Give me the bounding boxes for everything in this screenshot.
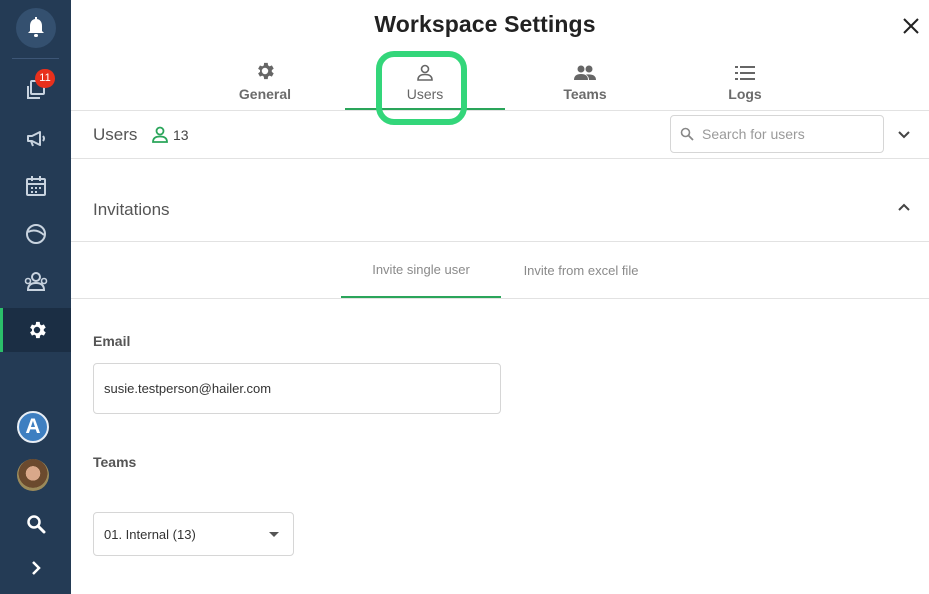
sidebar-item-discover[interactable] xyxy=(0,212,71,256)
people-group-icon xyxy=(24,272,47,291)
sidebar-item-people[interactable] xyxy=(0,260,71,304)
people-icon xyxy=(574,65,596,80)
tab-label: General xyxy=(238,86,292,102)
sidebar-item-calendar[interactable] xyxy=(0,164,71,208)
tab-label: Logs xyxy=(728,86,762,102)
email-field[interactable] xyxy=(93,363,501,414)
sidebar-item-settings[interactable] xyxy=(0,308,71,352)
person-icon xyxy=(152,126,168,143)
calendar-icon xyxy=(25,176,46,196)
search-users-input[interactable] xyxy=(702,126,872,142)
user-avatar[interactable] xyxy=(17,459,49,491)
tab-teams[interactable]: Teams xyxy=(505,58,665,110)
sidebar-expand-button[interactable] xyxy=(0,546,71,590)
gear-icon xyxy=(258,62,274,80)
search-users-field[interactable] xyxy=(670,115,884,153)
teams-select-value: 01. Internal (13) xyxy=(104,526,196,542)
sidebar: 11 A xyxy=(0,0,71,594)
chevron-up-icon[interactable] xyxy=(897,202,911,212)
gear-icon xyxy=(30,321,46,339)
expand-chevron-icon xyxy=(31,561,41,575)
search-icon xyxy=(26,515,45,534)
sidebar-item-announcements[interactable] xyxy=(0,116,71,160)
teams-label: Teams xyxy=(93,454,137,470)
users-count: 13 xyxy=(151,126,189,144)
invitations-title: Invitations xyxy=(93,200,170,219)
invitations-header[interactable]: Invitations xyxy=(71,160,929,242)
workspace-settings-dialog: Workspace Settings General Users Teams L… xyxy=(71,0,929,594)
tab-invite-single-user[interactable]: Invite single user xyxy=(341,242,501,298)
bell-icon xyxy=(27,17,44,37)
sidebar-search-button[interactable] xyxy=(0,502,71,546)
list-icon xyxy=(735,66,755,80)
users-header: Users 13 xyxy=(71,111,929,159)
users-count-value: 13 xyxy=(173,127,189,143)
tab-label: Users xyxy=(406,86,444,102)
invite-subtabs: Invite single user Invite from excel fil… xyxy=(71,242,929,299)
workspace-avatar[interactable]: A xyxy=(17,411,49,443)
notifications-button[interactable] xyxy=(0,6,71,50)
tab-label: Teams xyxy=(563,86,607,102)
tab-invite-from-excel[interactable]: Invite from excel file xyxy=(501,242,661,298)
chevron-down-icon[interactable] xyxy=(897,129,911,139)
globe-icon xyxy=(25,224,46,244)
settings-tabs: General Users Teams Logs xyxy=(71,58,929,110)
tab-users[interactable]: Users xyxy=(345,58,505,110)
megaphone-icon xyxy=(26,131,45,147)
email-label: Email xyxy=(93,333,131,349)
page-title: Workspace Settings xyxy=(374,11,596,37)
search-icon xyxy=(680,127,694,141)
teams-select[interactable]: 01. Internal (13) xyxy=(93,512,294,556)
sidebar-divider xyxy=(12,58,59,59)
notification-badge: 11 xyxy=(35,69,55,88)
close-icon[interactable] xyxy=(901,16,921,36)
caret-down-icon xyxy=(269,532,279,537)
tab-logs[interactable]: Logs xyxy=(665,58,825,110)
tab-general[interactable]: General xyxy=(185,58,345,110)
users-title: Users xyxy=(93,125,138,144)
person-icon xyxy=(417,64,433,81)
